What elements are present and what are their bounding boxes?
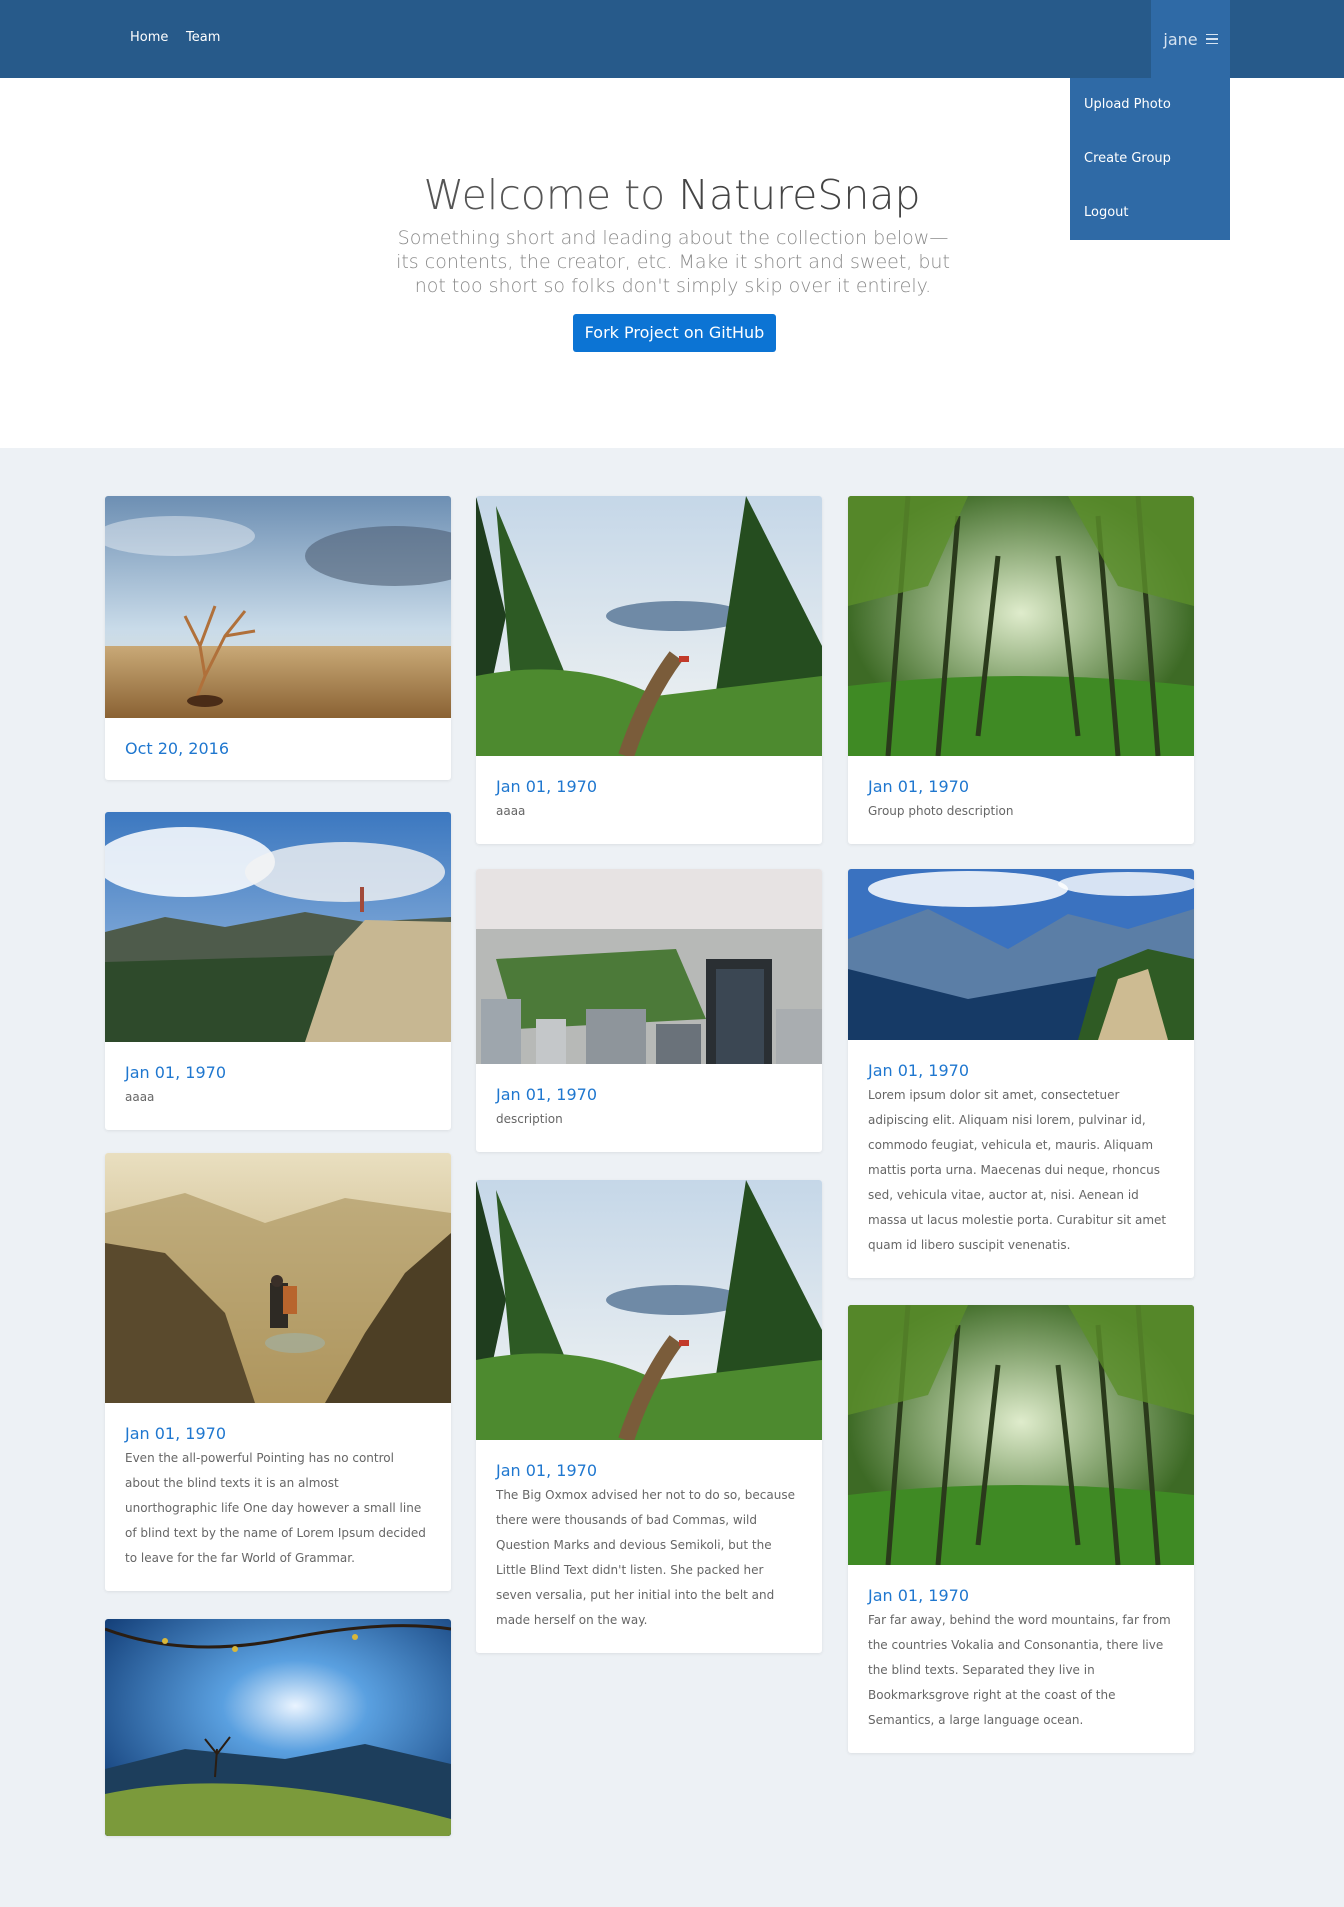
photo-card[interactable]: Jan 01, 1970 description — [476, 869, 822, 1152]
nav-home-link[interactable]: Home — [130, 30, 168, 45]
photo-date: Jan 01, 1970 — [125, 1063, 226, 1082]
photo-card[interactable]: Jan 01, 1970 Even the all-powerful Point… — [105, 1153, 451, 1591]
photo-card[interactable]: Jan 01, 1970 aaaa — [476, 496, 822, 844]
photo-description: aaaa — [125, 1090, 155, 1104]
photo-date: Jan 01, 1970 — [496, 777, 597, 796]
photo-hiker-canyon — [105, 1153, 451, 1403]
photo-card[interactable]: Jan 01, 1970 Lorem ipsum dolor sit amet,… — [848, 869, 1194, 1278]
photo-desert-tree — [105, 496, 451, 718]
photo-date: Jan 01, 1970 — [868, 777, 969, 796]
hero-title-prefix: Welcome to — [423, 171, 666, 219]
photo-gallery: Oct 20, 2016 Jan 01, 1970 aaaa Jan 01, 1… — [0, 448, 1344, 1907]
photo-description: description — [496, 1112, 563, 1126]
brand-name: NatureSnap — [678, 171, 921, 219]
hero-subtitle: Something short and leading about the co… — [396, 227, 950, 297]
photo-description: The Big Oxmox advised her not to do so, … — [496, 1488, 795, 1627]
photo-date: Jan 01, 1970 — [125, 1424, 226, 1443]
username-label: jane — [1163, 29, 1198, 49]
photo-description: Group photo description — [868, 804, 1014, 818]
photo-description: Lorem ipsum dolor sit amet, consectetuer… — [868, 1088, 1167, 1252]
photo-forest-lake-trail — [476, 1180, 822, 1440]
top-navbar: Home Team jane — [0, 0, 1344, 78]
photo-card[interactable]: Jan 01, 1970 aaaa — [105, 812, 451, 1130]
nav-team-link[interactable]: Team — [186, 30, 220, 45]
photo-card[interactable]: Jan 01, 1970 The Big Oxmox advised her n… — [476, 1180, 822, 1653]
menu-item-create-group[interactable]: Create Group — [1070, 132, 1230, 186]
photo-card[interactable]: Jan 01, 1970 Group photo description — [848, 496, 1194, 844]
photo-card[interactable] — [105, 1619, 451, 1836]
user-dropdown-menu: Upload Photo Create Group Logout — [1070, 78, 1230, 240]
photo-description: Far far away, behind the word mountains,… — [868, 1613, 1171, 1727]
photo-date: Oct 20, 2016 — [125, 739, 229, 758]
photo-description: aaaa — [496, 804, 526, 818]
menu-item-logout[interactable]: Logout — [1070, 186, 1230, 240]
user-menu-toggle[interactable]: jane — [1151, 0, 1230, 78]
photo-green-forest — [848, 1305, 1194, 1565]
photo-mountain-cliff — [105, 812, 451, 1042]
photo-forest-lake-trail — [476, 496, 822, 756]
photo-date: Jan 01, 1970 — [868, 1061, 969, 1080]
photo-mountain-valley — [848, 869, 1194, 1040]
hamburger-icon — [1205, 31, 1218, 48]
photo-card[interactable]: Oct 20, 2016 — [105, 496, 451, 780]
fork-github-button[interactable]: Fork Project on GitHub — [573, 314, 776, 352]
photo-green-forest — [848, 496, 1194, 756]
photo-tree-hill — [105, 1619, 451, 1836]
photo-description: Even the all-powerful Pointing has no co… — [125, 1451, 426, 1565]
photo-card[interactable]: Jan 01, 1970 Far far away, behind the wo… — [848, 1305, 1194, 1753]
photo-date: Jan 01, 1970 — [496, 1461, 597, 1480]
photo-date: Jan 01, 1970 — [868, 1586, 969, 1605]
menu-item-upload-photo[interactable]: Upload Photo — [1070, 78, 1230, 132]
photo-city-park — [476, 869, 822, 1064]
photo-date: Jan 01, 1970 — [496, 1085, 597, 1104]
